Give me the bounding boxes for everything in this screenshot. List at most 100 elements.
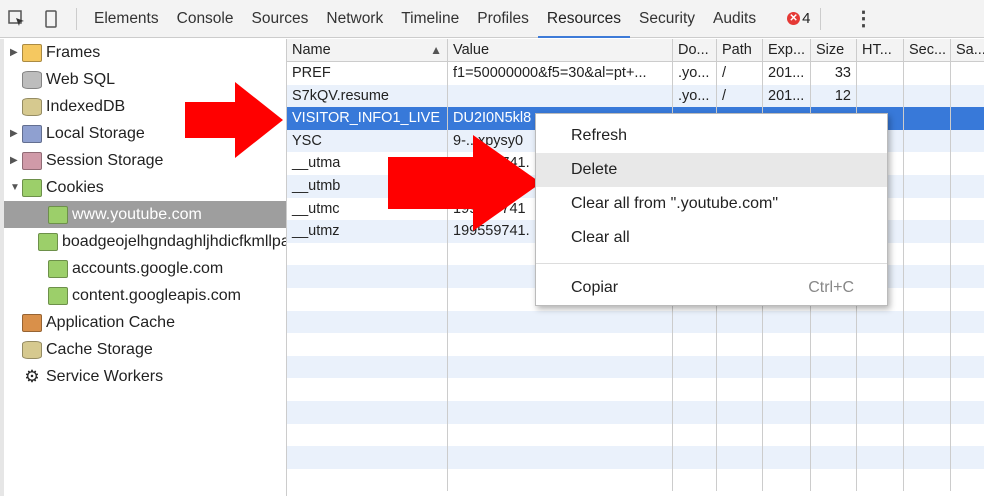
table-cell xyxy=(951,243,984,266)
sidebar-item[interactable]: boadgeojelhgndaghljhdicfkmllpafd xyxy=(4,228,286,255)
table-cell xyxy=(673,446,717,469)
table-cell xyxy=(951,220,984,243)
table-cell xyxy=(951,378,984,401)
table-cell xyxy=(904,107,951,130)
sidebar-item[interactable]: content.googleapis.com xyxy=(4,282,286,309)
sidebar-item[interactable]: www.youtube.com xyxy=(4,201,286,228)
context-menu: Refresh Delete Clear all from ".youtube.co… xyxy=(535,113,888,306)
sidebar-item-label: www.youtube.com xyxy=(72,205,202,223)
sidebar-item[interactable]: ▶ Frames xyxy=(4,39,286,66)
column-header[interactable]: Do... xyxy=(673,39,717,61)
toolbar-divider xyxy=(76,7,77,30)
table-cell xyxy=(287,287,448,311)
table-cell: 12 xyxy=(811,84,857,108)
inspect-element-icon[interactable] xyxy=(0,0,34,38)
table-cell: .yo... xyxy=(673,62,717,85)
table-cell xyxy=(857,84,904,108)
device-mode-icon[interactable] xyxy=(34,0,68,38)
tab-elements[interactable]: Elements xyxy=(85,0,168,38)
table-cell xyxy=(904,220,951,243)
tab-timeline[interactable]: Timeline xyxy=(392,0,468,38)
error-icon: ✕ xyxy=(787,12,801,25)
table-cell xyxy=(811,423,857,447)
table-cell: 33 xyxy=(811,62,857,85)
database-icon xyxy=(22,340,42,359)
table-cell: f1=50000000&f5=30&al=pt+... xyxy=(448,62,673,85)
table-cell xyxy=(448,84,673,108)
table-cell xyxy=(448,400,673,424)
sidebar-item-label: boadgeojelhgndaghljhdicfkmllpafd xyxy=(62,232,287,250)
sidebar-item-label: accounts.google.com xyxy=(72,259,224,277)
sidebar-item[interactable]: ▼ Cookies xyxy=(4,174,286,201)
column-header[interactable]: Sa... xyxy=(951,39,984,61)
table-cell xyxy=(951,265,984,288)
red-arrow-annotation xyxy=(388,135,541,231)
column-header[interactable]: Exp... xyxy=(763,39,811,61)
table-cell xyxy=(811,378,857,401)
table-cell xyxy=(904,242,951,266)
menu-separator xyxy=(536,263,887,264)
error-counter[interactable]: ✕ 4 xyxy=(787,10,810,27)
menu-item-label: Clear all from ".youtube.com" xyxy=(571,195,778,212)
sidebar-item[interactable]: accounts.google.com xyxy=(4,255,286,282)
table-cell xyxy=(904,378,951,401)
table-cell xyxy=(763,423,811,447)
tab-resources[interactable]: Resources xyxy=(537,0,631,38)
table-row[interactable]: PREF f1=50000000&f5=30&al=pt+... .yo.../20… xyxy=(287,62,984,85)
table-cell xyxy=(763,378,811,401)
table-cell xyxy=(857,333,904,356)
tab-security[interactable]: Security xyxy=(630,0,704,38)
menu-item-clear[interactable]: Clear all xyxy=(536,221,887,255)
menu-item-copiar[interactable]: Copiar Ctrl+C xyxy=(536,271,887,305)
sidebar-item-label: Cache Storage xyxy=(46,340,153,358)
sidebar-item[interactable]: Cache Storage xyxy=(4,336,286,363)
empty-row xyxy=(287,355,984,379)
table-cell xyxy=(287,265,448,288)
gear-icon: ⚙ xyxy=(24,366,40,386)
tab-profiles[interactable]: Profiles xyxy=(468,0,538,38)
menu-item-refresh[interactable]: Refresh xyxy=(536,119,887,153)
tab-sources[interactable]: Sources xyxy=(243,0,318,38)
sidebar-item[interactable]: ⚙ Service Workers xyxy=(4,363,286,390)
table-cell xyxy=(951,152,984,175)
expand-toggle-icon[interactable]: ▶ xyxy=(10,47,20,58)
empty-row xyxy=(287,400,984,424)
column-header[interactable]: Value xyxy=(448,39,673,61)
column-header[interactable]: Sec... xyxy=(904,39,951,61)
table-cell xyxy=(763,355,811,379)
table-cell xyxy=(673,400,717,424)
table-cell xyxy=(673,355,717,379)
menu-item-clear[interactable]: Clear all from ".youtube.com" xyxy=(536,187,887,221)
table-cell xyxy=(904,423,951,447)
table-cell xyxy=(763,468,811,492)
menu-item-shortcut: Ctrl+C xyxy=(808,279,854,296)
table-cell xyxy=(717,310,763,334)
table-cell xyxy=(951,311,984,334)
tab-console[interactable]: Console xyxy=(168,0,243,38)
menu-item-delete[interactable]: Delete xyxy=(536,153,887,187)
table-cell xyxy=(857,468,904,492)
table-cell xyxy=(951,175,984,198)
sort-ascending-icon[interactable]: ▲ xyxy=(430,39,442,61)
table-cell: S7kQV.resume xyxy=(287,84,448,108)
table-cell xyxy=(951,333,984,356)
tab-network[interactable]: Network xyxy=(317,0,392,38)
more-options-icon[interactable]: ⋮ xyxy=(853,6,873,31)
table-row[interactable]: S7kQV.resume .yo.../201... 12 xyxy=(287,84,984,108)
expand-toggle-icon[interactable]: ▼ xyxy=(10,182,20,193)
table-cell xyxy=(904,287,951,311)
sidebar-item[interactable]: Application Cache xyxy=(4,309,286,336)
folder-icon xyxy=(22,43,42,62)
table-cell: / xyxy=(717,84,763,108)
table-cell xyxy=(904,310,951,334)
table-cell xyxy=(951,85,984,108)
column-header[interactable]: Size xyxy=(811,39,857,61)
column-header[interactable]: Name ▲ xyxy=(287,39,448,61)
sidebar-item-label: Web SQL xyxy=(46,70,116,88)
column-header[interactable]: HT... xyxy=(857,39,904,61)
tab-audits[interactable]: Audits xyxy=(704,0,765,38)
expand-toggle-icon[interactable]: ▶ xyxy=(10,128,20,139)
column-header[interactable]: Path xyxy=(717,39,763,61)
expand-toggle-icon[interactable]: ▶ xyxy=(10,155,20,166)
table-cell xyxy=(287,333,448,356)
